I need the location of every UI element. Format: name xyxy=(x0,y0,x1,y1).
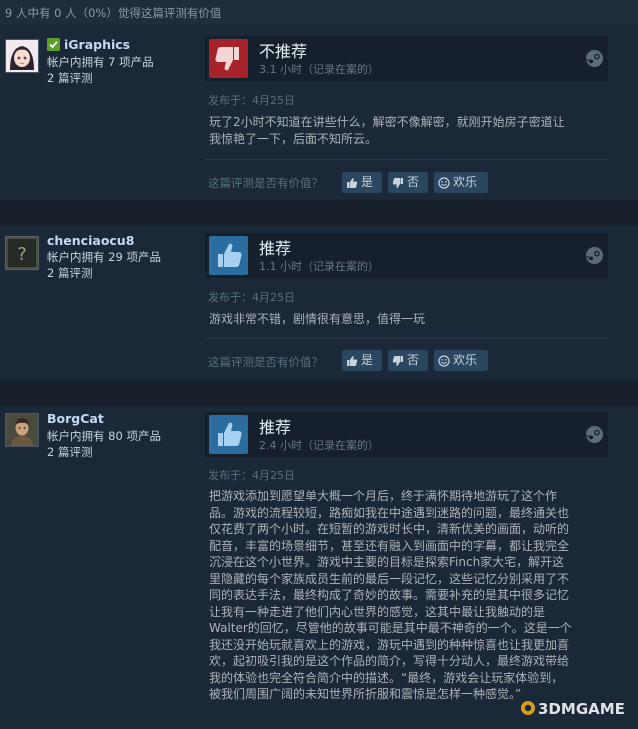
divider xyxy=(205,338,608,339)
helpful-question: 这篇评测是否有价值？ xyxy=(208,176,323,190)
verdict: 不推荐 xyxy=(259,42,308,61)
thumbs-down-small-icon xyxy=(392,177,403,188)
verdict: 推荐 xyxy=(259,239,292,258)
hours-played: 3.1 小时（记录在案的） xyxy=(259,63,379,76)
username[interactable]: BorgCat xyxy=(47,411,104,426)
steam-logo-icon xyxy=(585,246,604,265)
review-count[interactable]: 2 篇评测 xyxy=(47,265,92,281)
verdict: 推荐 xyxy=(259,418,292,437)
review-text: 游戏非常不错，剧情很有意思，值得一玩 xyxy=(209,312,426,326)
vote-no-button[interactable]: 否 xyxy=(388,172,428,193)
avatar[interactable] xyxy=(5,39,39,73)
vote-yes-button[interactable]: 是 xyxy=(342,350,382,371)
helpful-summary: 9 人中有 0 人（0%）觉得这篇评测有价值 xyxy=(5,6,222,20)
username[interactable]: chenciaocu8 xyxy=(47,233,134,248)
owned-products[interactable]: 帐户内拥有 7 项产品 xyxy=(47,54,154,70)
posted-date: 发布于：4月25日 xyxy=(208,94,295,107)
owned-products[interactable]: 帐户内拥有 29 项产品 xyxy=(47,249,161,265)
review-card: BorgCat 帐户内拥有 80 项产品 2 篇评测 推荐 2.4 小时（记录在… xyxy=(0,406,638,729)
vote-no-label: 否 xyxy=(407,353,420,367)
character-avatar-icon xyxy=(6,414,38,446)
thumbs-down-small-icon xyxy=(392,355,403,366)
watermark-text: 3DMGAME xyxy=(538,700,625,718)
review-count[interactable]: 2 篇评测 xyxy=(47,70,92,86)
watermark-logo-icon xyxy=(521,701,535,715)
avatar[interactable] xyxy=(5,413,39,447)
watermark: 3DMGAME xyxy=(520,700,625,718)
smiley-icon xyxy=(438,354,450,367)
username[interactable]: iGraphics xyxy=(64,37,130,52)
review-text: 玩了2小时不知道在讲些什么，解密不像解密，就刚开始房子密道让 我惊艳了一下，后面… xyxy=(209,115,565,146)
thumbs-up-icon xyxy=(209,236,248,275)
review-text: 把游戏添加到愿望单大概一个月后，终于满怀期待地游玩了这个作 品。游戏的流程较短，… xyxy=(209,489,572,701)
review-card: iGraphics 帐户内拥有 7 项产品 2 篇评测 不推荐 3.1 小时（记… xyxy=(0,24,638,200)
review-separator xyxy=(0,200,638,226)
review-separator xyxy=(0,381,638,406)
vote-yes-button[interactable]: 是 xyxy=(342,172,382,193)
posted-date: 发布于：4月25日 xyxy=(208,291,295,304)
anime-avatar-icon xyxy=(6,40,38,72)
hours-played: 2.4 小时（记录在案的） xyxy=(259,439,379,452)
review-count[interactable]: 2 篇评测 xyxy=(47,444,92,460)
avatar[interactable]: ? xyxy=(5,236,39,270)
vote-yes-label: 是 xyxy=(361,175,374,189)
posted-date: 发布于：4月25日 xyxy=(208,469,295,482)
question-mark-icon: ? xyxy=(6,237,38,269)
review-card: ? chenciaocu8 帐户内拥有 29 项产品 2 篇评测 推荐 1.1 … xyxy=(0,226,638,381)
helpful-summary-bar: 9 人中有 0 人（0%）觉得这篇评测有价值 xyxy=(0,0,638,24)
vote-funny-button[interactable]: 欢乐 xyxy=(434,350,488,371)
vote-funny-label: 欢乐 xyxy=(453,175,478,189)
vote-header[interactable]: 推荐 2.4 小时（记录在案的） xyxy=(205,412,608,457)
vote-header[interactable]: 不推荐 3.1 小时（记录在案的） xyxy=(205,36,608,81)
vote-yes-label: 是 xyxy=(361,353,374,367)
vote-funny-label: 欢乐 xyxy=(453,353,478,367)
smiley-icon xyxy=(438,176,450,189)
thumbs-up-icon xyxy=(347,355,358,366)
vote-no-label: 否 xyxy=(407,175,420,189)
hours-played: 1.1 小时（记录在案的） xyxy=(259,260,379,273)
thumbs-up-icon xyxy=(347,177,358,188)
svg-text:?: ? xyxy=(17,244,27,265)
vote-funny-button[interactable]: 欢乐 xyxy=(434,172,488,193)
divider xyxy=(205,159,608,160)
steam-logo-icon xyxy=(585,425,604,444)
vote-header[interactable]: 推荐 1.1 小时（记录在案的） xyxy=(205,233,608,278)
thumbs-down-icon xyxy=(209,39,248,78)
verified-check-icon xyxy=(47,38,60,51)
owned-products[interactable]: 帐户内拥有 80 项产品 xyxy=(47,428,161,444)
thumbs-up-icon xyxy=(209,415,248,454)
steam-logo-icon xyxy=(585,49,604,68)
vote-no-button[interactable]: 否 xyxy=(388,350,428,371)
helpful-question: 这篇评测是否有价值？ xyxy=(208,355,323,369)
